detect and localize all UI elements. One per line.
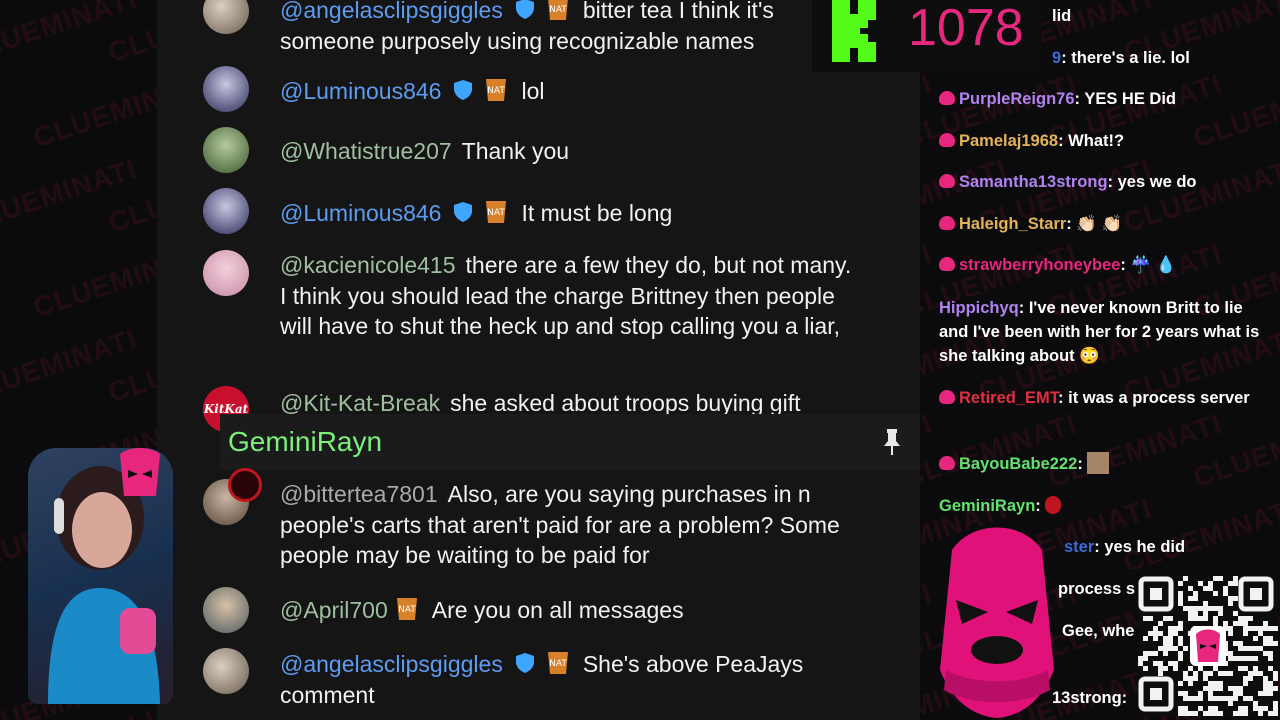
chat-line: lid (1052, 7, 1072, 25)
badge-icon (939, 456, 955, 470)
member-badge-icon: NAT (396, 598, 417, 620)
chat-line: Retired_EMT: it was a process server (939, 386, 1274, 410)
author-name[interactable]: @kacienicole415 (280, 252, 456, 278)
chat-line: GeminiRayn: (939, 494, 1274, 518)
badge-icon (939, 390, 955, 404)
mask-mascot-small-icon (120, 448, 160, 496)
moderator-shield-icon (515, 0, 534, 19)
watermark-text: CLUEMINATI (0, 322, 141, 409)
member-badge-icon: NAT (547, 0, 568, 20)
user-avatar[interactable] (203, 648, 249, 694)
emote-icon (1045, 496, 1062, 514)
pinned-message-banner[interactable]: GeminiRayn (220, 414, 920, 502)
author-name[interactable]: @April700 (280, 597, 388, 623)
user-avatar[interactable] (203, 188, 249, 234)
user-avatar[interactable] (203, 127, 249, 173)
kick-logo-icon (832, 0, 876, 62)
user-avatar[interactable] (203, 66, 249, 112)
user-avatar[interactable] (203, 587, 249, 633)
chat-line: Samantha13strong: yes we do (939, 170, 1274, 194)
message-text: Thank you (461, 138, 570, 164)
emote-icon (1087, 452, 1110, 474)
moderator-shield-icon (454, 80, 473, 100)
qr-code[interactable] (1138, 576, 1278, 716)
svg-text:NAT: NAT (549, 659, 567, 669)
message-text: she asked about troops buying gift (450, 390, 801, 416)
kick-count: 1078 (908, 0, 1024, 57)
chat-line: 9: there's a lie. lol (1052, 49, 1190, 67)
user-avatar[interactable] (203, 250, 249, 296)
mask-logo-icon (1190, 626, 1226, 666)
member-badge-icon: NAT (486, 201, 507, 223)
svg-text:NAT: NAT (398, 605, 416, 615)
author-name[interactable]: @Whatistrue207 (280, 138, 452, 164)
svg-text:NAT: NAT (488, 86, 506, 96)
author-name[interactable]: @Luminous846 (280, 200, 441, 226)
chat-line: Haleigh_Starr: 👏🏻 👏🏻 (939, 212, 1274, 236)
message-text: lol (521, 78, 545, 104)
author-name[interactable]: @Luminous846 (280, 78, 441, 104)
user-avatar[interactable] (203, 0, 249, 34)
chat-line: Hippichyq: I've never known Britt to lie… (939, 299, 1260, 365)
badge-icon (939, 91, 955, 105)
badge-icon (939, 257, 955, 271)
kick-counter: 1078 (812, 0, 1042, 72)
badge-icon (939, 133, 955, 147)
message-text: It must be long (521, 200, 673, 226)
author-name[interactable]: @angelasclipsgiggles (280, 651, 503, 677)
message-text: Are you on all messages (431, 597, 684, 623)
chat-line: Pamelaj1968: What!? (939, 129, 1274, 153)
member-badge-icon: NAT (486, 79, 507, 101)
author-name[interactable]: @bittertea7801 (280, 481, 438, 507)
svg-text:NAT: NAT (549, 5, 567, 15)
svg-text:NAT: NAT (488, 208, 506, 218)
chat-line: PurpleReign76: YES HE Did (939, 87, 1274, 111)
moderator-shield-icon (454, 202, 473, 222)
pinned-author-name: GeminiRayn (228, 426, 383, 457)
badge-icon (939, 216, 955, 230)
chat-line: ster: yes he did (1064, 538, 1186, 556)
heart-reaction-icon (228, 468, 262, 502)
author-name[interactable]: @angelasclipsgiggles (280, 0, 503, 23)
member-badge-icon: NAT (547, 652, 568, 674)
youtube-chat-panel: @angelasclipsgiggles NAT bitter tea I thin… (157, 0, 920, 720)
mask-mascot-icon (940, 527, 1054, 718)
author-name[interactable]: @Kit-Kat-Break (280, 390, 440, 416)
moderator-shield-icon (515, 653, 534, 673)
watermark-text: CLUEMINATI (0, 0, 141, 69)
watermark-text: CLUEMINATI (0, 152, 141, 239)
chat-line: BayouBabe222: (939, 452, 1274, 476)
badge-icon (939, 174, 955, 188)
chat-line: strawberryhoneybee: ☔ 💧 (939, 253, 1274, 277)
webcam-feed (28, 448, 173, 704)
pin-icon[interactable] (882, 428, 902, 456)
